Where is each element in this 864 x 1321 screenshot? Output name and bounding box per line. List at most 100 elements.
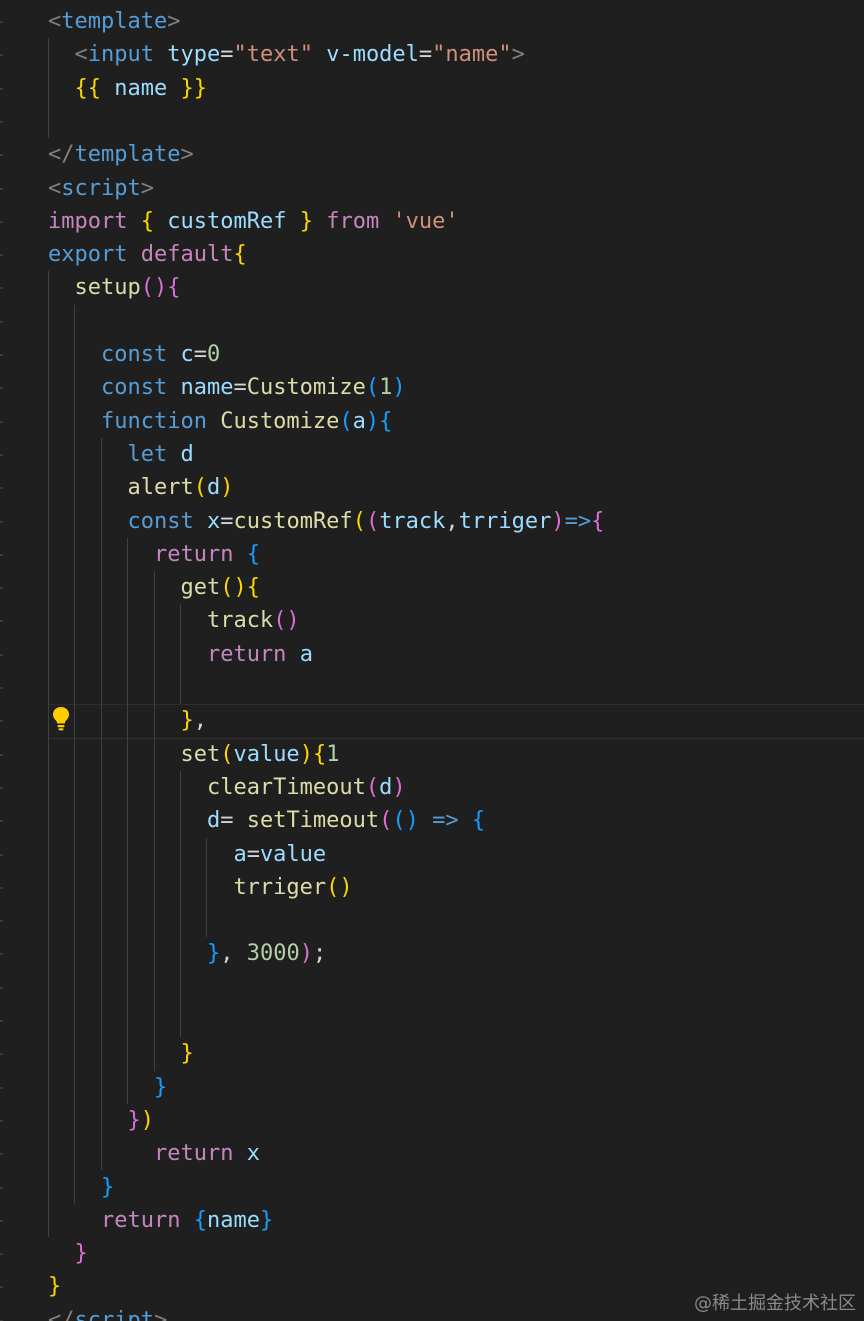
code-line[interactable]: } [48,1237,88,1270]
code-token: ( [220,741,234,767]
code-token: { [591,508,605,534]
code-token: ( [339,408,353,434]
code-token: ) [365,408,380,434]
code-line[interactable]: a=value [48,838,326,871]
code-token: d [206,808,221,834]
gutter [0,0,6,1321]
code-token: = [220,508,234,534]
gutter-tick [0,1186,3,1189]
code-token: return [153,1141,234,1167]
gutter-tick [0,1253,3,1256]
code-token: script [74,1307,154,1321]
code-token: trriger [458,508,552,534]
code-line[interactable]: function Customize(a){ [48,405,392,438]
code-line[interactable]: } [48,1171,114,1204]
code-line[interactable]: trriger() [48,871,353,904]
code-line[interactable]: </script> [48,1304,167,1321]
code-line[interactable]: }, 3000); [48,937,326,970]
code-line[interactable]: const x=customRef((track,trriger)=>{ [48,505,604,538]
code-token: input [87,42,154,68]
code-token: get [180,575,221,601]
code-line[interactable]: set(value){1 [48,738,339,771]
gutter-tick [0,620,3,623]
code-token: } [48,1274,62,1300]
code-token: () [326,874,353,900]
code-line[interactable]: d= setTimeout(() => { [48,804,485,837]
code-editor[interactable]: <template> <input type="text" v-model="n… [0,0,864,1321]
code-token: const [100,375,168,401]
code-line[interactable]: return { [48,538,260,571]
code-line[interactable]: const name=Customize(1) [48,371,406,404]
gutter-tick [0,886,3,889]
code-line[interactable]: <input type="text" v-model="name"> [48,38,525,71]
code-token: name [180,375,234,401]
code-line[interactable]: } [48,1037,193,1070]
code-line[interactable]: </template> [48,138,194,171]
code-line[interactable]: return a [48,638,313,671]
code-token: return [206,641,287,667]
code-line[interactable]: } [48,1071,167,1104]
gutter-tick [0,1020,3,1022]
gutter-tick [0,320,3,323]
code-line[interactable]: <template> [48,5,180,38]
code-token: } [100,1174,115,1200]
code-line[interactable]: setup(){ [48,271,181,304]
gutter-tick [0,953,3,956]
code-line[interactable]: return {name} [48,1204,273,1237]
code-line[interactable]: get(){ [48,571,260,604]
lightbulb-icon[interactable] [52,706,70,732]
code-token: , [445,508,459,534]
gutter-tick [0,786,3,789]
code-token: Customize [246,375,366,401]
code-line[interactable]: <script> [48,172,154,205]
code-token: > [511,42,525,68]
gutter-tick [0,720,3,723]
code-token: d [206,475,221,501]
code-line[interactable]: clearTimeout(d) [48,771,406,804]
code-token: return [100,1207,181,1233]
code-line[interactable]: {{ name }} [48,72,207,105]
code-line[interactable]: let d [48,438,193,471]
code-token: } [180,708,194,734]
code-token: () [140,275,168,301]
gutter-tick [0,553,3,556]
code-token: ) [140,1107,154,1133]
code-line[interactable]: return x [48,1137,260,1170]
code-token: name [206,1207,260,1233]
code-line[interactable]: alert(d) [48,471,233,504]
code-token: import [48,208,128,234]
gutter-tick [0,187,3,190]
code-line[interactable]: }) [48,1104,154,1137]
code-line[interactable]: const c=0 [48,338,220,371]
code-token: , [193,708,207,734]
code-token: ( [193,475,207,501]
gutter-tick [0,587,3,590]
code-line[interactable]: } [48,1270,61,1303]
gutter-tick [0,986,3,989]
code-line[interactable]: }, [48,704,207,737]
code-line[interactable]: track() [48,604,300,637]
code-token: ) [220,475,234,501]
code-token: export [48,242,128,268]
code-token: , [220,941,247,967]
code-line[interactable]: import { customRef } from 'vue' [48,205,459,238]
code-line[interactable]: export default{ [48,238,247,271]
